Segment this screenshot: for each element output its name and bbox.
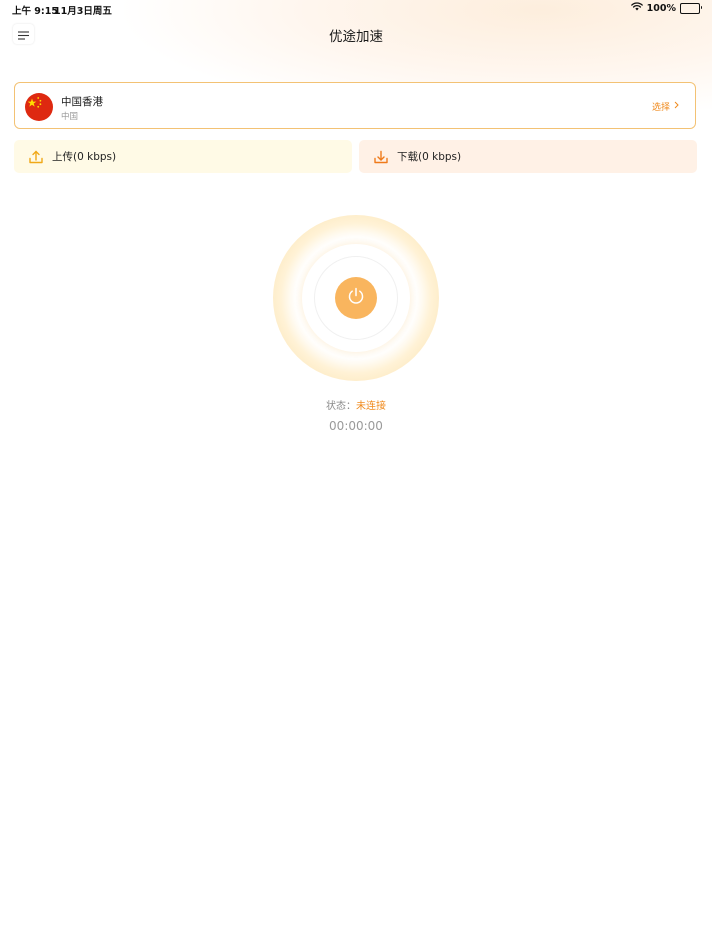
- upload-speed-box: 上传(0 kbps): [14, 140, 352, 173]
- battery-percent: 100%: [646, 2, 676, 14]
- page-title: 优途加速: [329, 29, 383, 45]
- connection-status: 状态：未连接: [0, 397, 712, 412]
- status-date: 11月3日周五: [54, 6, 112, 17]
- connect-power-button[interactable]: [335, 277, 377, 319]
- status-label: 状态：: [326, 401, 356, 412]
- power-icon: [346, 286, 366, 310]
- select-server-link[interactable]: 选择: [652, 100, 679, 113]
- china-flag-icon: [25, 93, 53, 121]
- battery-icon: [680, 2, 702, 14]
- download-icon: [373, 149, 389, 165]
- status-value: 未连接: [356, 401, 386, 412]
- server-region: 中国: [61, 112, 79, 122]
- select-label: 选择: [651, 103, 670, 113]
- status-indicators: 100%: [630, 2, 702, 14]
- connection-timer: 00:00:00: [329, 419, 383, 433]
- download-speed-box: 下载(0 kbps): [359, 140, 697, 173]
- wifi-icon: [630, 2, 643, 14]
- upload-speed-label: 上传(0 kbps): [52, 151, 117, 163]
- server-select-card[interactable]: 中国香港 中国 选择: [14, 82, 696, 129]
- chevron-right-icon: [674, 101, 679, 112]
- download-speed-label: 下载(0 kbps): [397, 151, 462, 163]
- upload-icon: [28, 149, 44, 165]
- server-name: 中国香港: [61, 96, 103, 108]
- status-time: 上午 9:15: [12, 6, 58, 17]
- status-bar: 上午 9:15 11月3日周五 100%: [0, 0, 712, 18]
- connection-ring: [273, 215, 439, 381]
